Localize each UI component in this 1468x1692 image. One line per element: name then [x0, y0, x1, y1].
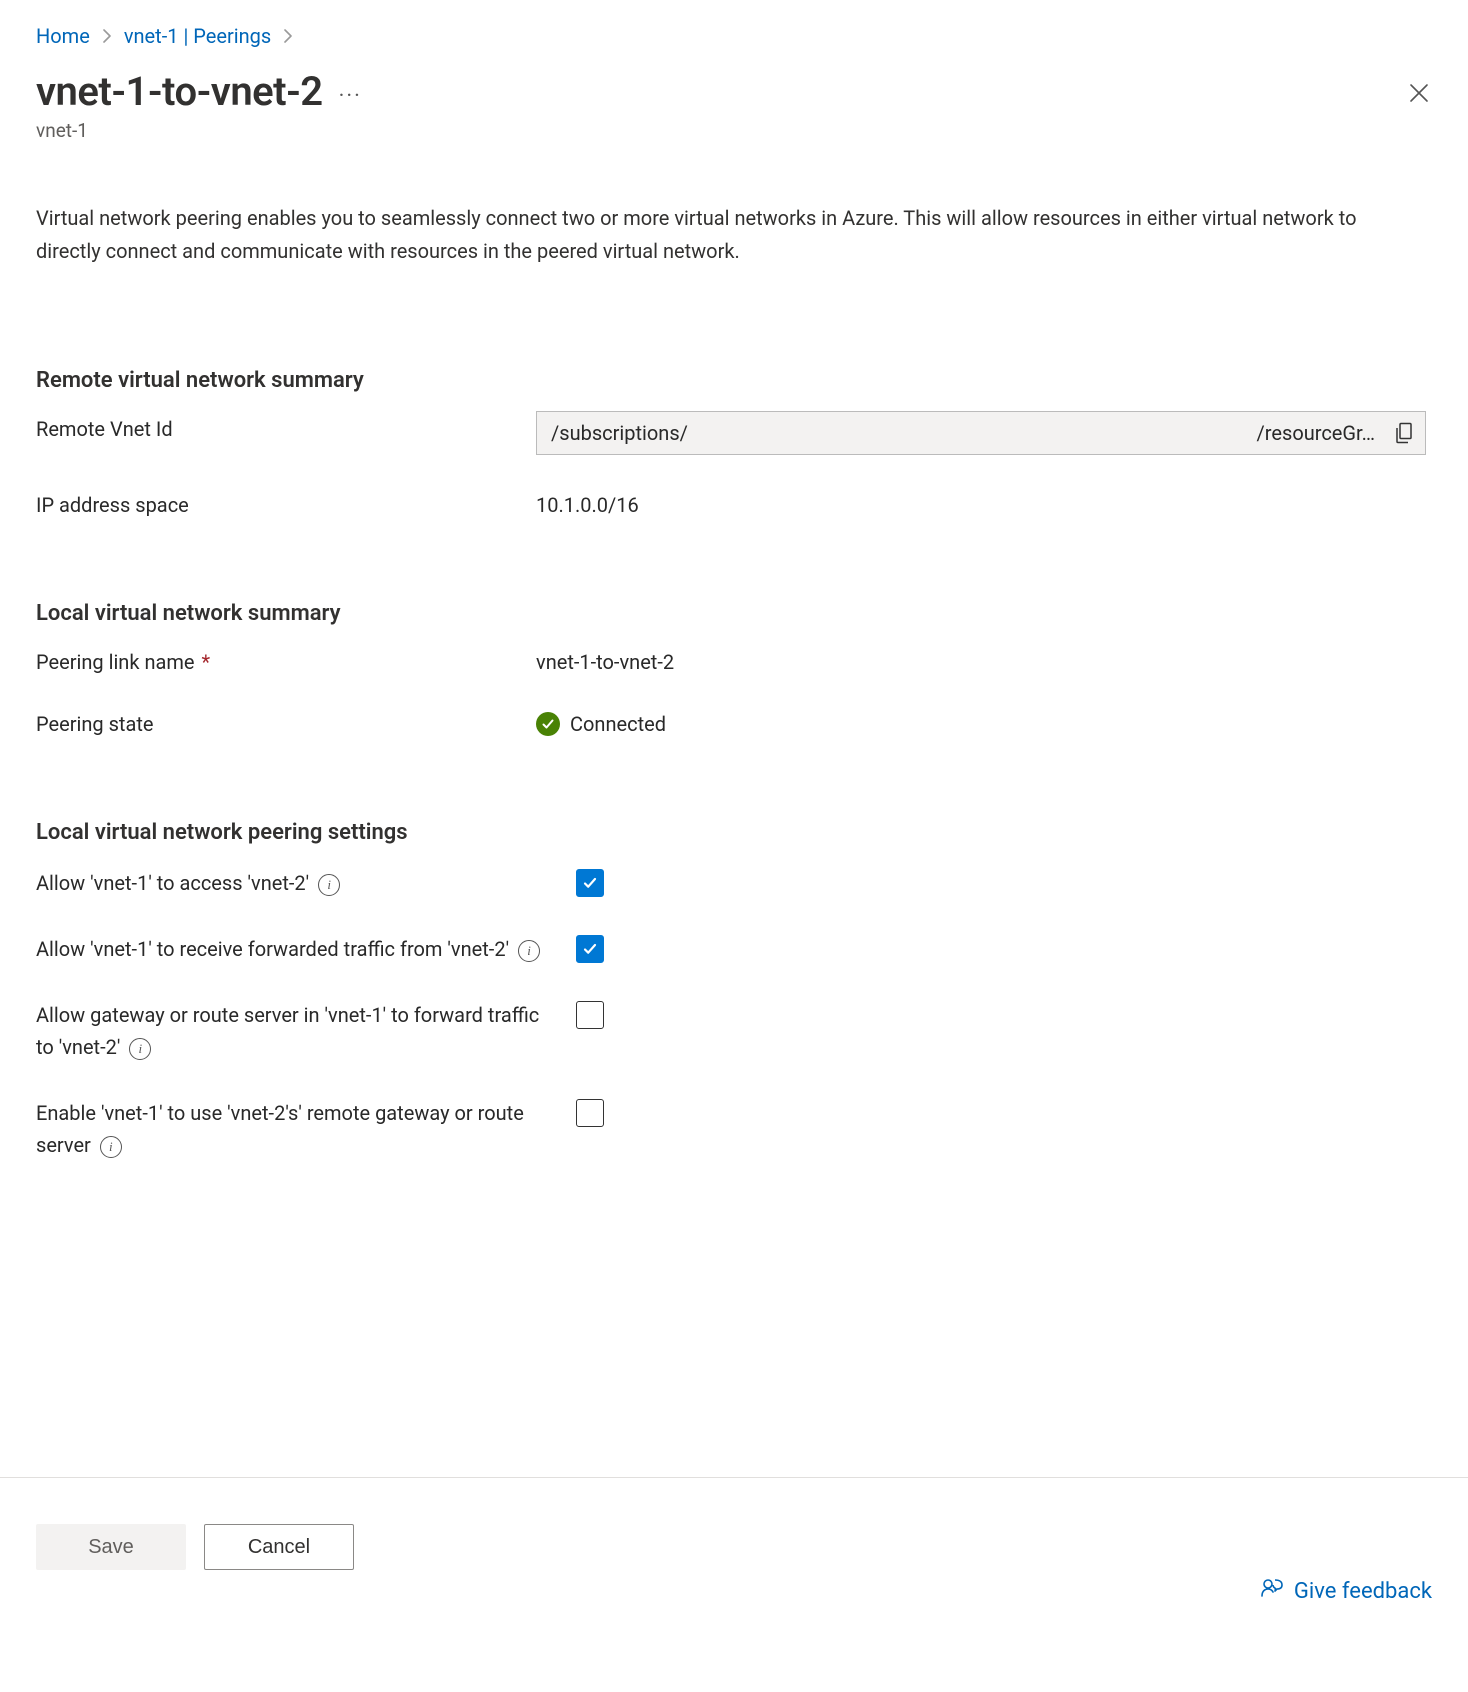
peering-state-label: Peering state — [36, 706, 536, 736]
info-icon[interactable]: i — [100, 1136, 122, 1158]
save-button[interactable]: Save — [36, 1524, 186, 1570]
checkbox-receive-forwarded[interactable] — [576, 935, 604, 963]
peering-link-name-label: Peering link name * — [36, 644, 536, 674]
page-subtitle: vnet-1 — [36, 119, 1432, 142]
cancel-button[interactable]: Cancel — [204, 1524, 354, 1570]
setting-label: Enable 'vnet-1' to use 'vnet-2's' remote… — [36, 1097, 552, 1161]
checkbox-use-remote-gateway[interactable] — [576, 1099, 604, 1127]
breadcrumb: Home vnet-1 | Peerings — [36, 8, 1432, 60]
breadcrumb-peerings[interactable]: vnet-1 | Peerings — [124, 20, 271, 52]
footer-actions: Save Cancel — [36, 1524, 1432, 1570]
close-button[interactable] — [1408, 82, 1430, 109]
page-title: vnet-1-to-vnet-2 — [36, 68, 323, 115]
setting-row-allow-gateway: Allow gateway or route server in 'vnet-1… — [36, 999, 1432, 1063]
ip-space-label: IP address space — [36, 487, 536, 517]
setting-row-use-remote-gateway: Enable 'vnet-1' to use 'vnet-2's' remote… — [36, 1097, 1432, 1161]
peering-link-name-value: vnet-1-to-vnet-2 — [536, 644, 1432, 674]
remote-vnet-id-field: /subscriptions/ /resourceGr… — [536, 411, 1426, 455]
copy-icon[interactable] — [1383, 412, 1425, 454]
info-icon[interactable]: i — [318, 874, 340, 896]
ip-space-value: 10.1.0.0/16 — [536, 487, 1432, 517]
setting-label: Allow 'vnet-1' to access 'vnet-2' i — [36, 867, 552, 899]
more-actions-icon[interactable]: ··· — [339, 68, 362, 108]
description-text: Virtual network peering enables you to s… — [36, 202, 1404, 268]
checkbox-allow-gateway[interactable] — [576, 1001, 604, 1029]
section-remote-heading: Remote virtual network summary — [36, 368, 1432, 393]
setting-label: Allow 'vnet-1' to receive forwarded traf… — [36, 933, 552, 965]
info-icon[interactable]: i — [129, 1038, 151, 1060]
remote-vnet-id-value-start: /subscriptions/ — [537, 421, 696, 445]
checkbox-allow-access[interactable] — [576, 869, 604, 897]
section-local-heading: Local virtual network summary — [36, 601, 1432, 626]
setting-row-receive-forwarded: Allow 'vnet-1' to receive forwarded traf… — [36, 933, 1432, 965]
feedback-icon — [1260, 1576, 1284, 1606]
breadcrumb-separator — [283, 20, 293, 52]
info-icon[interactable]: i — [518, 940, 540, 962]
breadcrumb-separator — [102, 20, 112, 52]
success-icon — [536, 712, 560, 736]
setting-row-allow-access: Allow 'vnet-1' to access 'vnet-2' i — [36, 867, 1432, 899]
peering-state-value: Connected — [536, 706, 1432, 736]
setting-label: Allow gateway or route server in 'vnet-1… — [36, 999, 552, 1063]
section-settings-heading: Local virtual network peering settings — [36, 820, 1432, 845]
breadcrumb-home[interactable]: Home — [36, 20, 90, 52]
remote-vnet-id-label: Remote Vnet Id — [36, 411, 536, 441]
give-feedback-link[interactable]: Give feedback — [1260, 1576, 1432, 1606]
remote-vnet-id-value-end: /resourceGr… — [1257, 421, 1383, 445]
footer-divider — [0, 1477, 1468, 1478]
